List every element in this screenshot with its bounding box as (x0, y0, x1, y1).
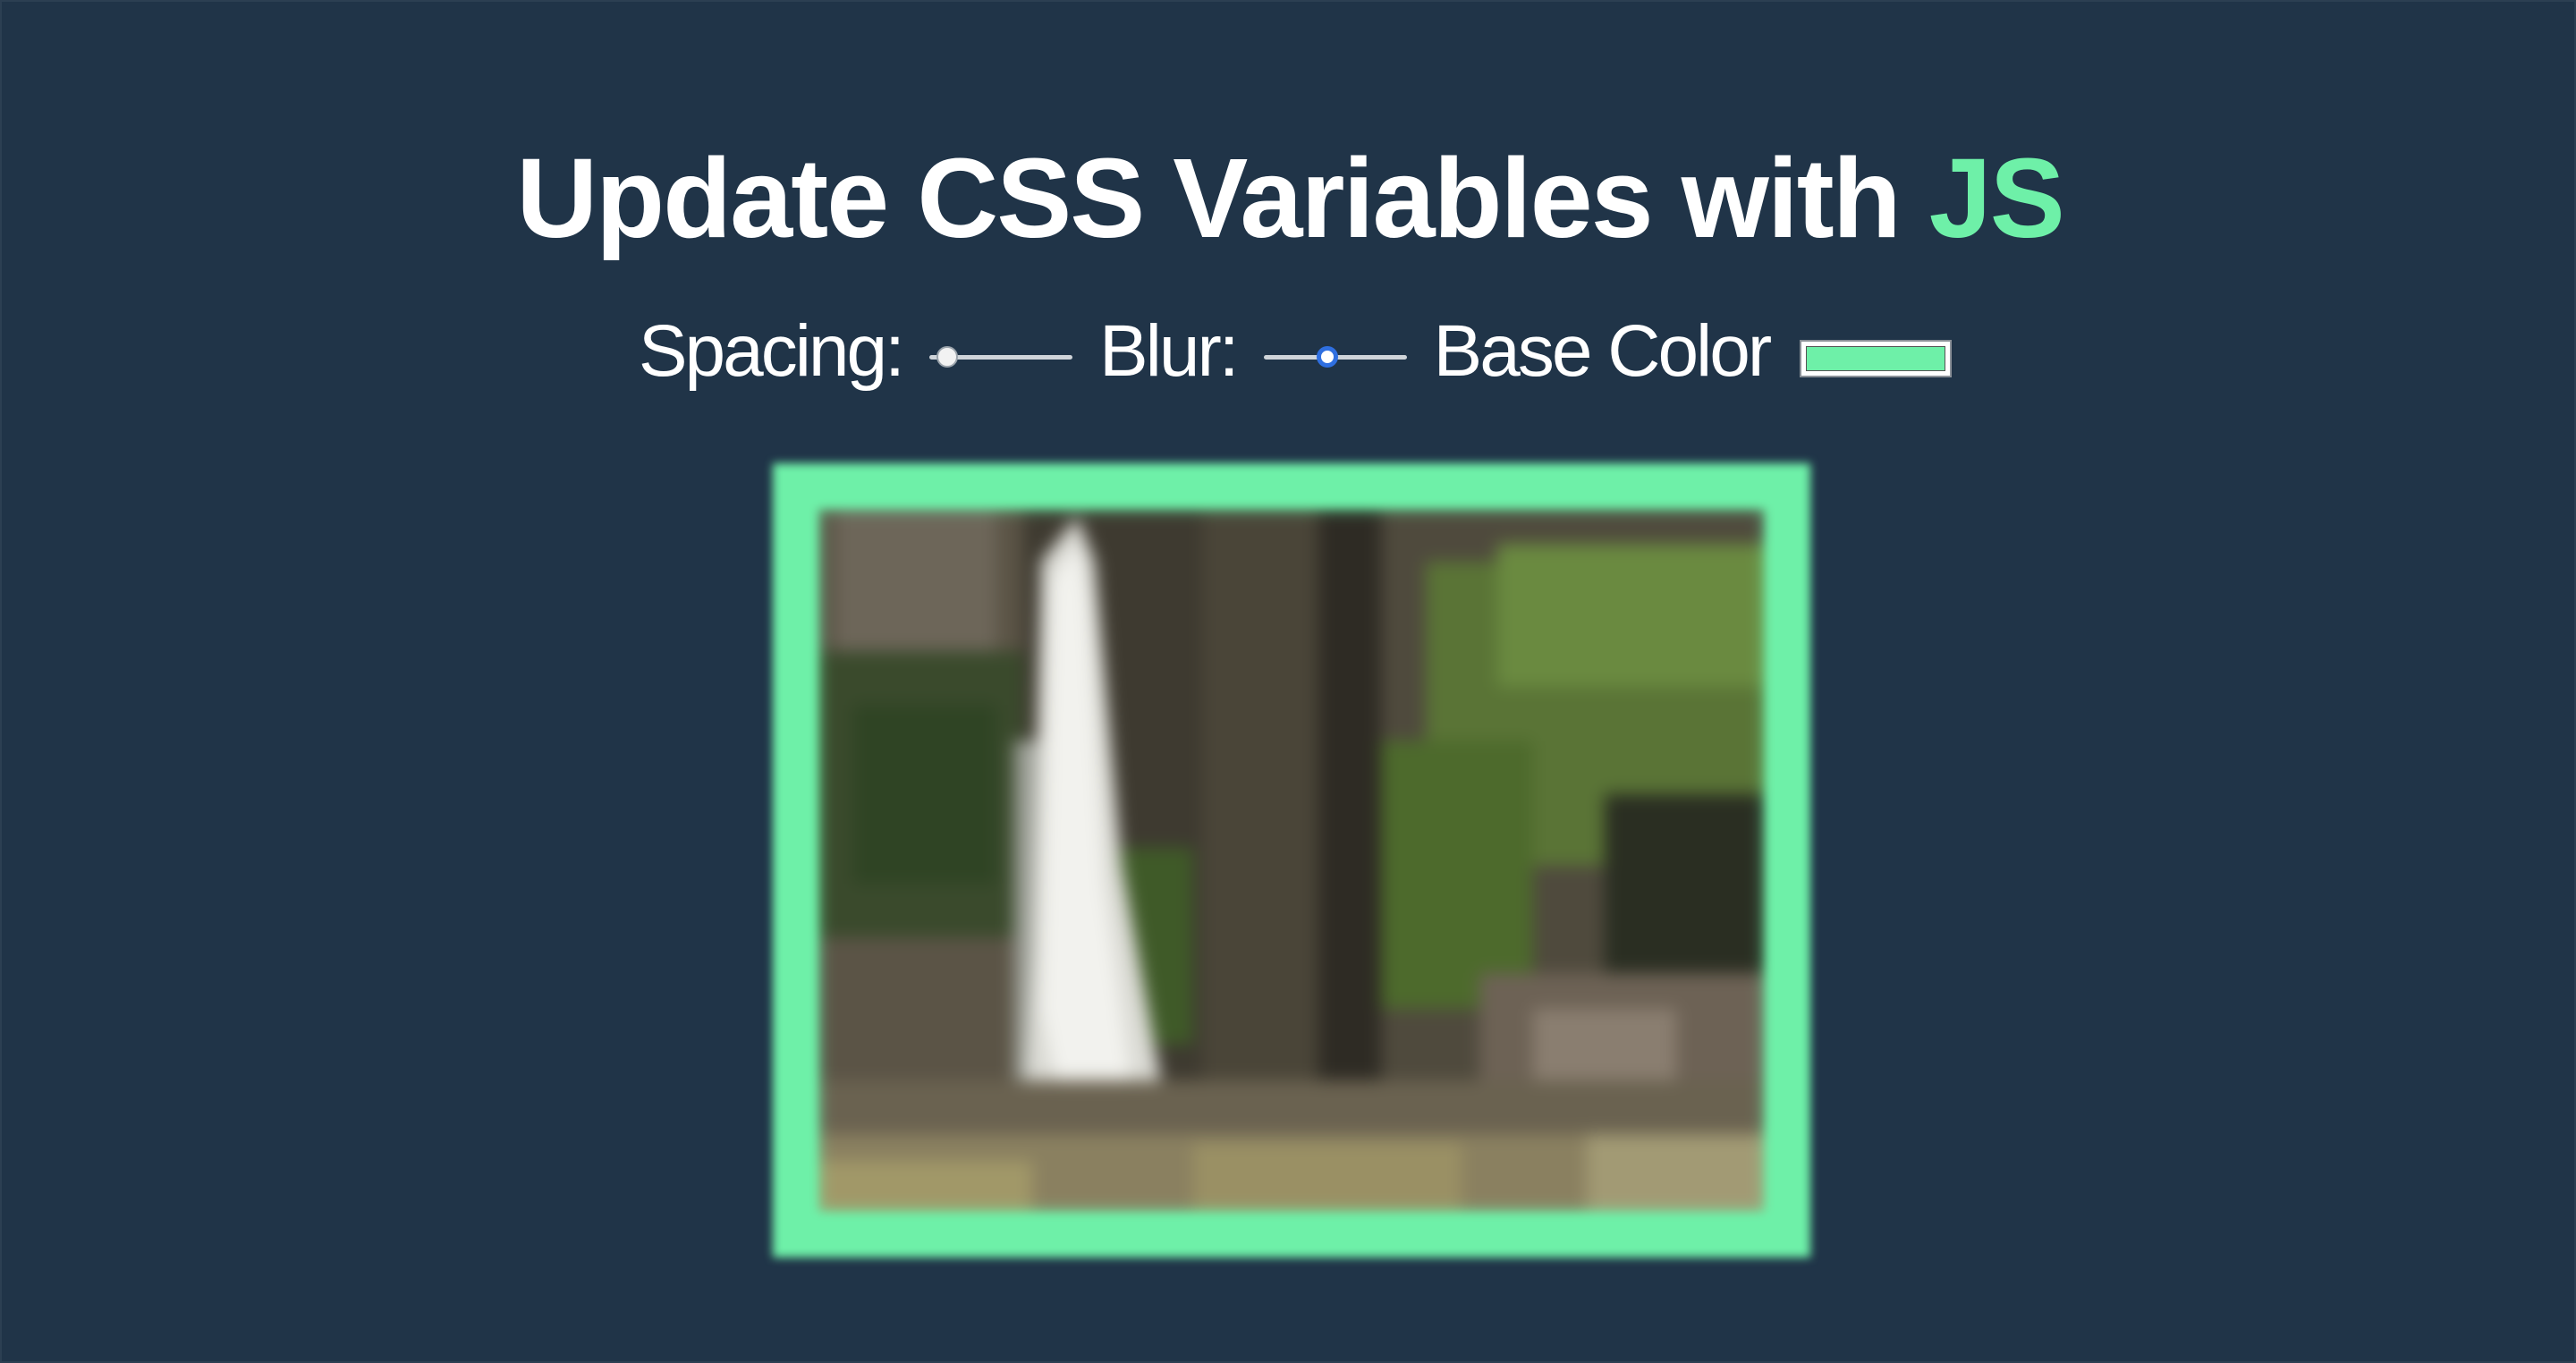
base-color-picker[interactable] (1800, 340, 1953, 377)
blur-slider[interactable] (1263, 339, 1407, 375)
title-text: Update CSS Variables with (516, 135, 1929, 261)
title-highlight: JS (1928, 135, 2065, 261)
waterfall-image (818, 508, 1766, 1213)
waterfall-illustration (818, 508, 1766, 1213)
image-frame (773, 463, 1810, 1257)
base-color-label: Base Color (1433, 310, 1773, 392)
page-title: Update CSS Variables with JS (2, 127, 2576, 270)
blur-label: Blur: (1098, 310, 1240, 392)
spacing-label: Spacing: (638, 310, 905, 392)
spacing-slider-thumb[interactable] (936, 346, 958, 368)
spacing-slider[interactable] (928, 339, 1072, 375)
page: Update CSS Variables with JS Spacing: Bl… (0, 0, 2576, 1363)
controls-bar: Spacing: Blur: Base Color (2, 302, 2576, 401)
base-color-swatch[interactable] (1806, 346, 1946, 371)
blur-slider-thumb[interactable] (1316, 346, 1338, 368)
